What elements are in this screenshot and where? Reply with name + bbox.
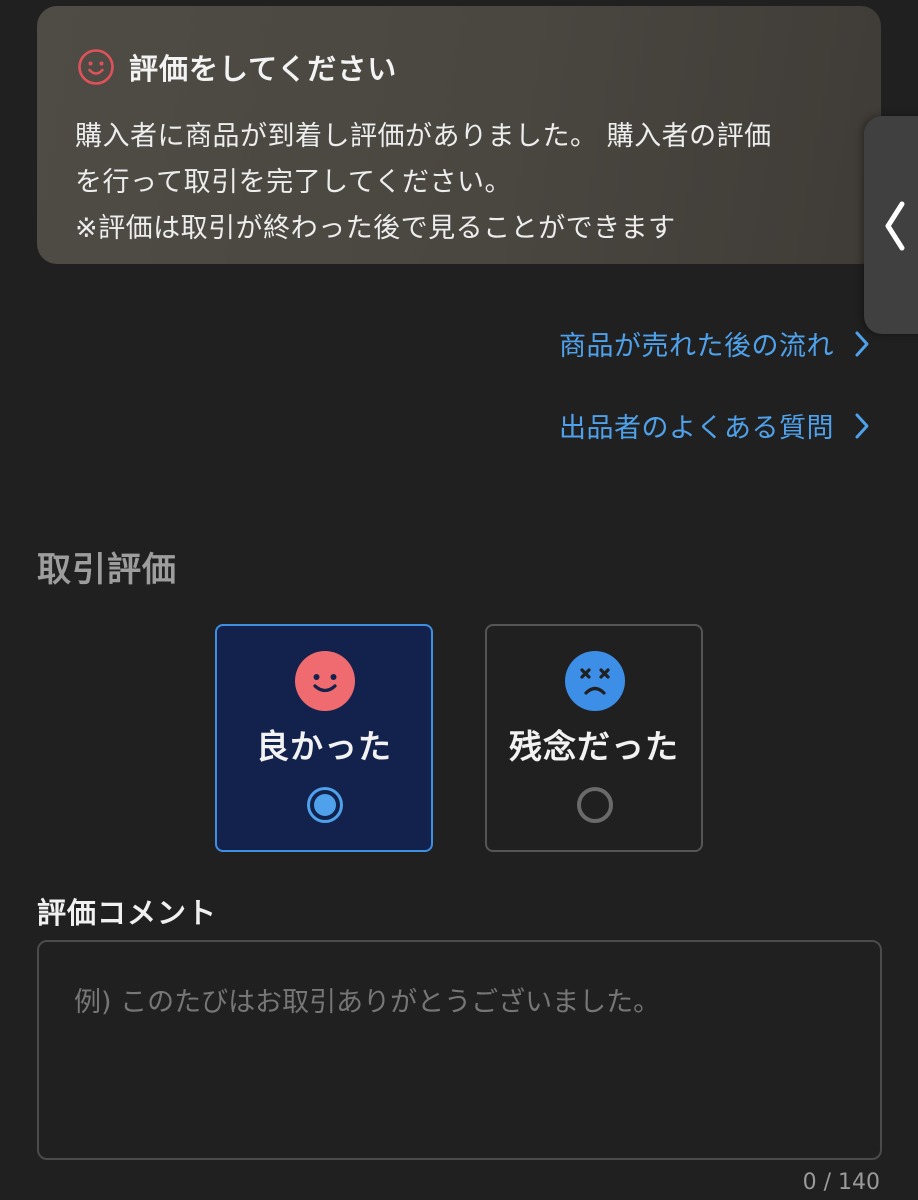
radio-selected[interactable] [306,786,344,824]
chevron-right-icon [855,413,869,438]
link-label: 出品者のよくある質問 [559,413,834,444]
rating-option-label: 残念だった [509,727,679,766]
link-seller-faq[interactable]: 出品者のよくある質問 [559,406,870,445]
notice-line: 購入者に商品が到着し評価がありました。 購入者の評価 [75,121,772,152]
notice-message: 購入者に商品が到着し評価がありました。 購入者の評価 を行って取引を完了してくだ… [75,114,845,252]
chevron-right-icon [855,331,869,356]
notice-line: を行って取引を完了してください。 [75,167,513,198]
rating-option-label: 良かった [256,727,392,766]
comment-label: 評価コメント [37,896,218,930]
comment-textarea[interactable] [37,940,882,1160]
chevron-left-icon [885,201,905,251]
rating-option-bad[interactable]: 残念だった [485,624,703,852]
link-label: 商品が売れた後の流れ [559,331,834,362]
notice-header: 評価をしてください [77,46,397,88]
rating-option-good[interactable]: 良かった [215,624,433,852]
notice-line: ※評価は取引が終わった後で見ることができます [75,213,676,244]
happy-face-icon [295,651,355,711]
link-flow-after-sale[interactable]: 商品が売れた後の流れ [559,324,870,363]
radio-unselected[interactable] [576,786,614,824]
evaluation-notice: 評価をしてください 購入者に商品が到着し評価がありました。 購入者の評価 を行っ… [37,6,881,264]
sad-face-icon [565,651,625,711]
rating-section-title: 取引評価 [37,550,177,590]
smile-outline-icon [78,49,114,85]
character-counter: 0 / 140 [802,1170,880,1195]
side-panel-toggle[interactable] [864,116,918,334]
notice-title: 評価をしてください [129,52,398,86]
